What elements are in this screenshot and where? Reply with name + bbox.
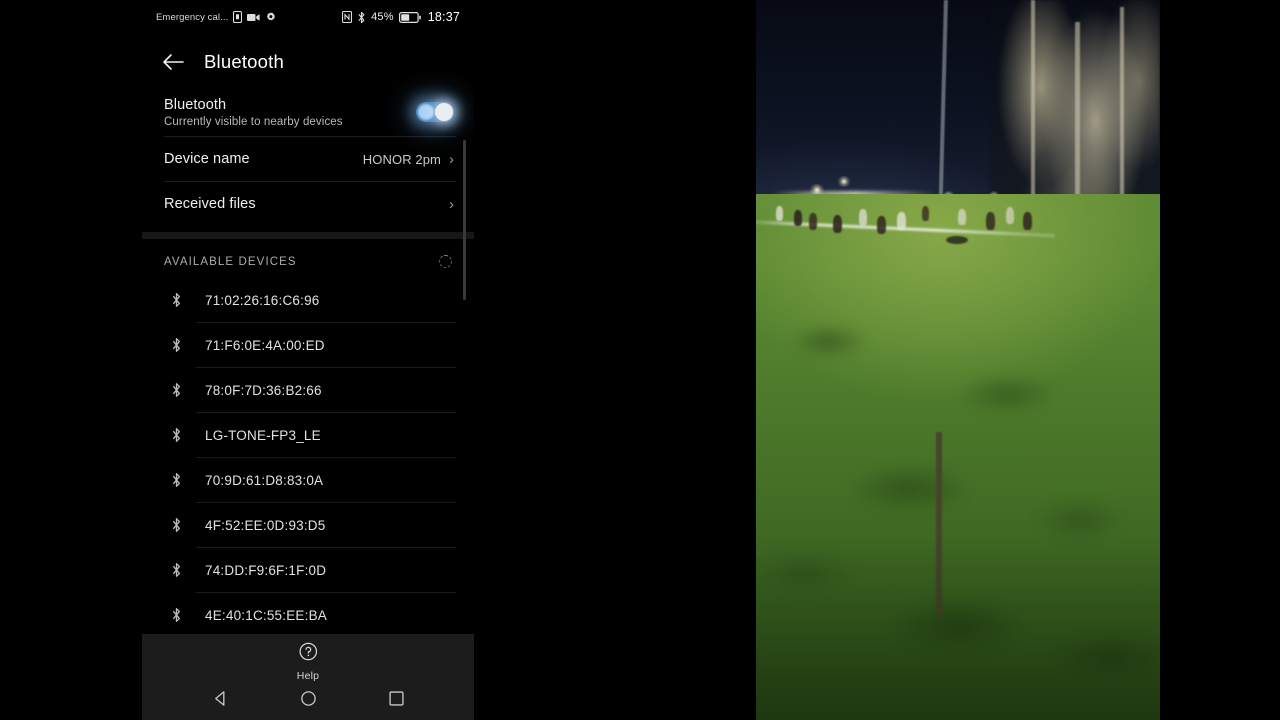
device-name-value: HONOR 2pm	[362, 151, 441, 167]
chevron-right-icon: ›	[449, 195, 454, 213]
device-list-item[interactable]: 70:9D:61:D8:83:0A	[142, 458, 474, 502]
nav-back-button[interactable]	[200, 678, 240, 718]
device-list-item[interactable]: 78:0F:7D:36:B2:66	[142, 368, 474, 412]
device-address-label: 4F:52:EE:0D:93:D5	[205, 517, 326, 533]
device-list-item[interactable]: LG-TONE-FP3_LE	[142, 413, 474, 457]
player	[1022, 211, 1032, 230]
battery-percent-label: 45%	[371, 11, 394, 23]
status-bar-left: Emergency cal...	[156, 11, 342, 23]
device-list-item[interactable]: 4F:52:EE:0D:93:D5	[142, 503, 474, 547]
carrier-label: Emergency cal...	[156, 11, 229, 23]
bluetooth-icon	[170, 517, 183, 533]
bluetooth-switch[interactable]	[416, 102, 454, 122]
available-devices-header: AVAILABLE DEVICES	[142, 239, 474, 278]
bottom-bar: Help	[142, 634, 474, 720]
device-name-row[interactable]: Device name HONOR 2pm ›	[142, 137, 474, 181]
gear-icon	[265, 12, 276, 23]
screen-root: Emergency cal... 45% 18:37 Bluetooth Blu…	[0, 0, 1280, 720]
device-list-item[interactable]: 71:02:26:16:C6:96	[142, 278, 474, 322]
grass-shadow	[756, 532, 1160, 720]
player	[808, 213, 817, 231]
player	[832, 214, 842, 233]
app-bar: Bluetooth	[142, 40, 474, 84]
status-bar-right: 45% 18:37	[342, 10, 460, 24]
nav-recents-button[interactable]	[376, 678, 416, 718]
video-camera-icon	[247, 13, 260, 22]
phone-screenshot-panel: Emergency cal... 45% 18:37 Bluetooth Blu…	[142, 0, 474, 720]
bluetooth-toggle-text: Bluetooth Currently visible to nearby de…	[164, 97, 416, 128]
help-circle-icon	[299, 642, 318, 666]
player	[776, 205, 784, 221]
player	[794, 210, 803, 227]
player	[1006, 207, 1015, 225]
received-files-label: Received files	[164, 196, 256, 212]
bluetooth-icon	[357, 11, 366, 24]
received-files-row[interactable]: Received files ›	[142, 182, 474, 226]
device-address-label: 70:9D:61:D8:83:0A	[205, 472, 324, 488]
clock-label: 18:37	[427, 10, 460, 24]
available-devices-list[interactable]: 71:02:26:16:C6:96 71:F6:0E:4A:00:ED 78:0F:…	[142, 278, 474, 637]
section-separator	[142, 232, 474, 239]
device-list-item[interactable]: 74:DD:F9:6F:1F:0D	[142, 548, 474, 592]
page-title: Bluetooth	[204, 51, 284, 72]
status-bar: Emergency cal... 45% 18:37	[142, 0, 474, 34]
device-address-label: 78:0F:7D:36:B2:66	[205, 382, 322, 398]
bluetooth-toggle-title: Bluetooth	[164, 96, 227, 113]
device-list-item[interactable]: 4E:40:1C:55:EE:BA	[142, 593, 474, 637]
player	[897, 211, 907, 230]
nav-home-button[interactable]	[288, 678, 328, 718]
bluetooth-toggle-subtitle: Currently visible to nearby devices	[164, 115, 343, 128]
bluetooth-icon	[170, 337, 183, 353]
scanning-spinner-icon	[439, 255, 452, 268]
scrollbar-thumb[interactable]	[463, 140, 466, 300]
bluetooth-icon	[170, 472, 183, 488]
device-list-item[interactable]: 71:F6:0E:4A:00:ED	[142, 323, 474, 367]
player	[859, 208, 868, 226]
battery-icon	[398, 11, 421, 23]
available-devices-label: AVAILABLE DEVICES	[164, 255, 297, 268]
device-address-label: LG-TONE-FP3_LE	[205, 427, 321, 443]
chevron-right-icon: ›	[449, 150, 454, 168]
bluetooth-icon	[170, 427, 183, 443]
sim-card-icon	[233, 11, 243, 23]
device-name-label: Device name	[164, 151, 250, 167]
bluetooth-icon	[170, 382, 183, 398]
device-address-label: 71:02:26:16:C6:96	[205, 292, 320, 308]
bluetooth-toggle-row[interactable]: Bluetooth Currently visible to nearby de…	[142, 86, 474, 136]
device-address-label: 74:DD:F9:6F:1F:0D	[205, 562, 327, 578]
back-arrow-icon[interactable]	[162, 53, 184, 71]
player	[958, 208, 966, 225]
device-address-label: 4E:40:1C:55:EE:BA	[205, 607, 327, 623]
nfc-icon	[342, 11, 353, 23]
bluetooth-icon	[170, 607, 183, 623]
bluetooth-icon	[170, 562, 183, 578]
device-address-label: 71:F6:0E:4A:00:ED	[205, 337, 325, 353]
video-player-panel[interactable]	[756, 0, 1160, 720]
player	[986, 211, 996, 230]
player	[877, 216, 887, 234]
settings-scroll-area[interactable]: Bluetooth Currently visible to nearby de…	[142, 86, 474, 634]
player	[921, 205, 929, 221]
android-nav-bar	[142, 676, 474, 720]
bluetooth-icon	[170, 292, 183, 308]
